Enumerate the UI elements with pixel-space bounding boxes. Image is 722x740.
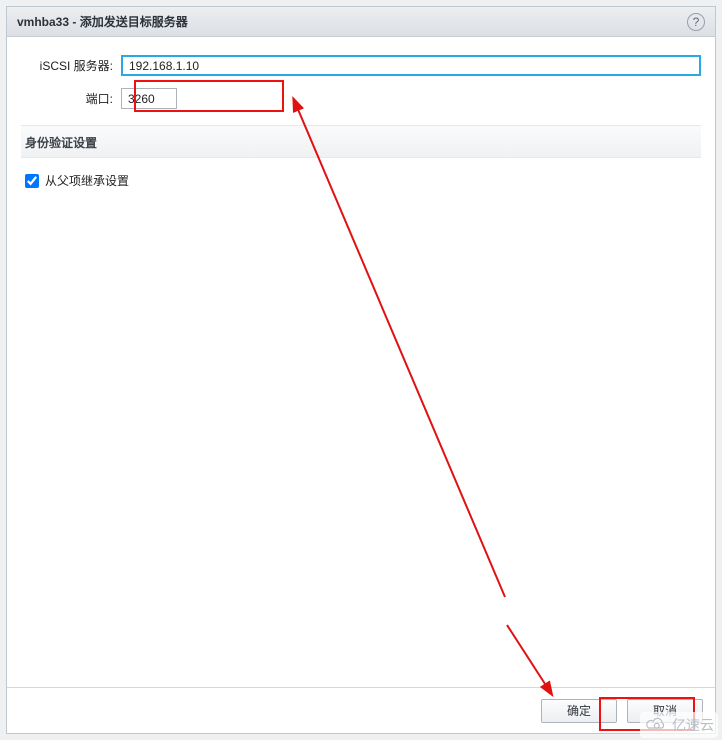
- label-iscsi-server: iSCSI 服务器:: [21, 57, 121, 74]
- inherit-checkbox-row[interactable]: 从父项继承设置: [21, 158, 701, 195]
- iscsi-server-input[interactable]: [121, 55, 701, 76]
- dialog-title: vmhba33 - 添加发送目标服务器: [17, 13, 188, 30]
- dialog-footer: 确定 取消: [7, 687, 715, 733]
- dialog-window: vmhba33 - 添加发送目标服务器 ? iSCSI 服务器: 端口: 身份验…: [6, 6, 716, 734]
- label-port: 端口:: [21, 90, 121, 107]
- help-icon[interactable]: ?: [687, 13, 705, 31]
- port-input[interactable]: [121, 88, 177, 109]
- row-port: 端口:: [21, 88, 701, 109]
- cancel-button[interactable]: 取消: [627, 699, 703, 723]
- dialog-content: iSCSI 服务器: 端口: 身份验证设置 从父项继承设置: [7, 37, 715, 687]
- inherit-checkbox[interactable]: [25, 174, 39, 188]
- row-iscsi-server: iSCSI 服务器:: [21, 55, 701, 76]
- titlebar: vmhba33 - 添加发送目标服务器 ?: [7, 7, 715, 37]
- inherit-checkbox-label: 从父项继承设置: [45, 172, 129, 189]
- ok-button[interactable]: 确定: [541, 699, 617, 723]
- auth-section-header: 身份验证设置: [21, 125, 701, 158]
